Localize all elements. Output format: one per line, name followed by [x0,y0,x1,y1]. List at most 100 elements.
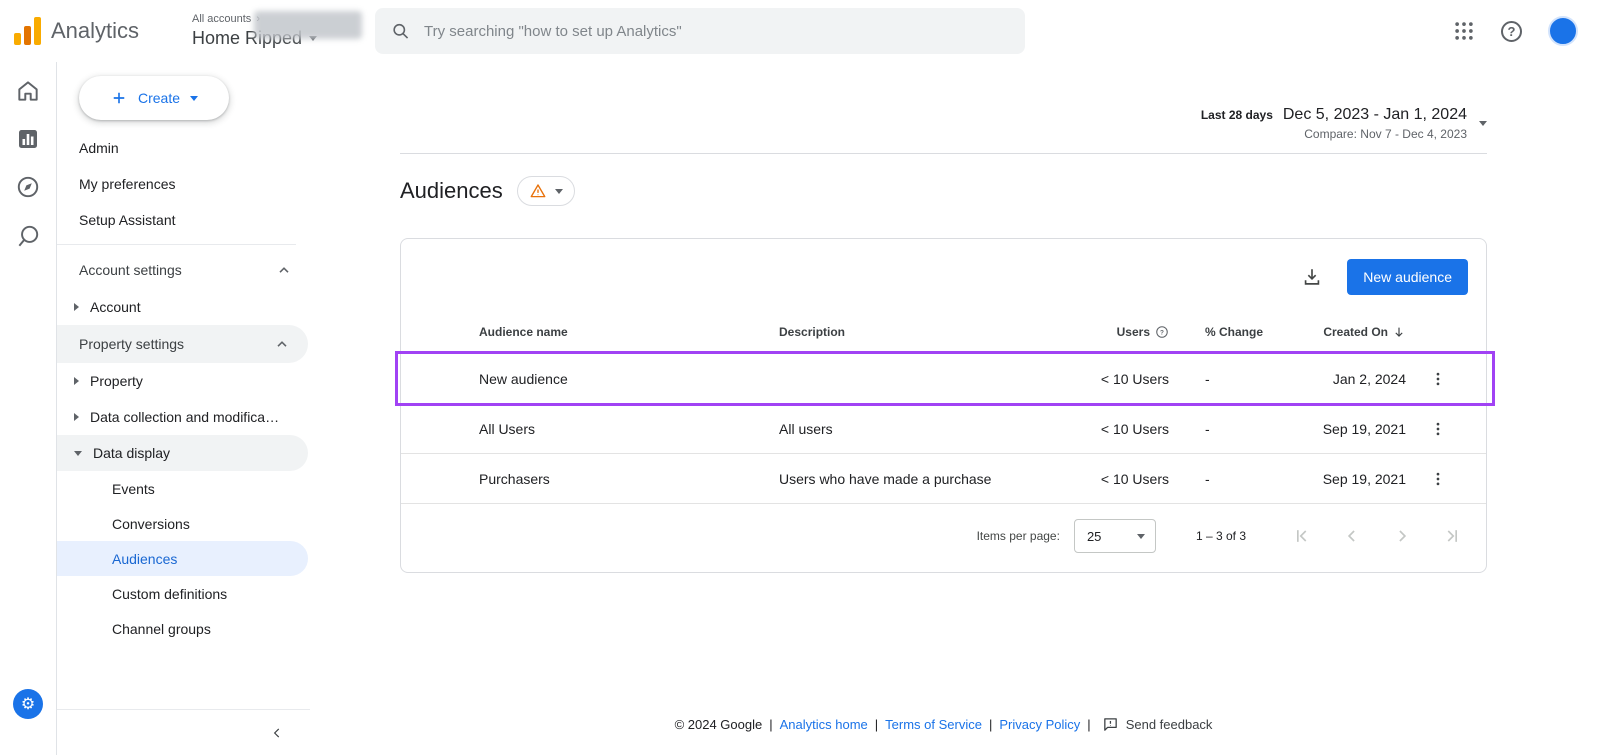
audience-warning-dropdown[interactable] [517,176,575,206]
sidebar-nav: Admin My preferences Setup Assistant Acc… [57,130,310,646]
sidebar-item-setup-assistant[interactable]: Setup Assistant [57,202,310,238]
topbar: Analytics All accounts › Home Ripped [0,0,1600,62]
avatar[interactable] [1548,16,1578,46]
warning-icon [529,182,547,200]
sidebar-item-events[interactable]: Events [57,471,310,506]
header-users-label: Users [1117,325,1150,339]
svg-text:?: ? [1160,329,1164,336]
kebab-menu-icon [1429,370,1447,388]
admin-gear-icon[interactable]: ⚙ [13,689,43,719]
collapse-sidebar-icon[interactable] [270,726,284,740]
pagination-range: 1 – 3 of 3 [1196,529,1246,543]
account-property-picker[interactable]: All accounts › Home Ripped [192,13,317,49]
send-feedback-button[interactable]: Send feedback [1102,716,1213,733]
footer-copyright: © 2024 Google [675,717,763,732]
items-per-page-select[interactable]: 25 [1074,519,1156,553]
sidebar-item-conversions[interactable]: Conversions [57,506,310,541]
topbar-actions: ? [1453,16,1578,46]
sidebar-item-custom-definitions[interactable]: Custom definitions [57,576,310,611]
sidebar-item-data-display[interactable]: Data display [57,435,308,471]
date-range-picker[interactable]: Last 28 days Dec 5, 2023 - Jan 1, 2024 C… [400,106,1487,141]
chevron-right-icon [74,303,79,311]
section-label: Account settings [79,262,182,278]
last-page-icon[interactable] [1442,526,1462,546]
sort-descending-icon [1392,325,1406,339]
next-page-icon[interactable] [1392,526,1412,546]
search-icon [391,21,410,41]
footer-link-terms[interactable]: Terms of Service [885,717,982,732]
reports-icon[interactable] [16,127,40,151]
header-audience-name: Audience name [479,325,779,339]
cell-audience-name[interactable]: All Users [479,421,779,437]
kebab-menu-icon [1429,420,1447,438]
cell-audience-name[interactable]: New audience [479,371,779,387]
body-row: ⚙ Create Admin My preferences Setup Assi… [0,62,1600,755]
chevron-down-icon [1137,534,1145,539]
left-rail: ⚙ [0,62,57,755]
chevron-down-icon [74,451,82,456]
sidebar-item-label: My preferences [79,176,175,192]
sidebar-item-account[interactable]: Account [57,289,310,325]
title-row: Audiences [400,176,1487,206]
chevron-down-icon [309,36,317,41]
previous-page-icon[interactable] [1342,526,1362,546]
chevron-right-icon [74,377,79,385]
sidebar-item-label: Setup Assistant [79,212,176,228]
breadcrumb-separator: › [256,13,260,25]
cell-created-on: Sep 19, 2021 [1323,421,1406,437]
row-actions-button[interactable] [1422,463,1454,495]
cell-created-on: Jan 2, 2024 [1333,371,1406,387]
first-page-icon[interactable] [1292,526,1312,546]
export-icon[interactable] [1301,266,1323,288]
date-compare-value: Compare: Nov 7 - Dec 4, 2023 [1201,127,1467,141]
row-actions-button[interactable] [1422,413,1454,445]
help-icon[interactable]: ? [1501,21,1522,42]
sidebar-footer [57,709,310,755]
date-range-text: Last 28 days Dec 5, 2023 - Jan 1, 2024 C… [1201,106,1467,141]
sidebar-item-admin[interactable]: Admin [57,130,310,166]
property-name[interactable]: Home Ripped [192,28,302,49]
new-audience-button[interactable]: New audience [1347,259,1468,295]
explore-icon[interactable] [15,174,41,200]
section-property-settings[interactable]: Property settings [57,325,308,363]
row-actions-button[interactable] [1422,363,1454,395]
sidebar-item-data-collection[interactable]: Data collection and modifica… [57,399,310,435]
section-account-settings[interactable]: Account settings [57,251,310,289]
footer-separator: | [875,717,878,732]
footer-link-analytics-home[interactable]: Analytics home [780,717,868,732]
table-row[interactable]: All Users All users < 10 Users - Sep 19,… [401,403,1486,453]
table-row[interactable]: New audience < 10 Users - Jan 2, 2024 [401,353,1486,403]
cell-change: - [1169,371,1309,387]
create-button[interactable]: Create [79,76,229,120]
main-content: Last 28 days Dec 5, 2023 - Jan 1, 2024 C… [310,62,1600,755]
search-input[interactable] [424,23,1009,40]
sidebar-item-my-preferences[interactable]: My preferences [57,166,310,202]
sidebar-item-channel-groups[interactable]: Channel groups [57,611,310,646]
header-created-label: Created On [1323,325,1388,339]
cell-description: Users who have made a purchase [779,471,1099,487]
audiences-card: New audience Audience name Description U… [400,238,1487,573]
footer-separator: | [989,717,992,732]
search-bar[interactable] [375,8,1025,54]
advertising-icon[interactable] [15,223,41,249]
sidebar-item-label: Custom definitions [112,586,227,602]
table-row[interactable]: Purchasers Users who have made a purchas… [401,453,1486,503]
header-created-on[interactable]: Created On [1323,325,1406,339]
header-change: % Change [1169,325,1309,339]
cell-audience-name[interactable]: Purchasers [479,471,779,487]
feedback-bubble-icon [1102,716,1119,733]
app-root: Analytics All accounts › Home Ripped [0,0,1600,755]
breadcrumb-all-accounts[interactable]: All accounts [192,13,251,25]
sidebar-item-label: Channel groups [112,621,211,637]
footer-separator: | [1087,717,1090,732]
help-circle-icon[interactable]: ? [1155,325,1169,339]
home-icon[interactable] [15,78,41,104]
sidebar-item-label: Data collection and modifica… [90,409,279,425]
analytics-logo-icon [14,17,41,45]
footer-link-privacy[interactable]: Privacy Policy [999,717,1080,732]
analytics-logo[interactable]: Analytics [14,17,182,45]
sidebar-item-audiences[interactable]: Audiences [57,541,308,576]
header-users: Users ? [1117,325,1169,339]
apps-grid-icon[interactable] [1453,20,1475,42]
sidebar-item-property[interactable]: Property [57,363,310,399]
